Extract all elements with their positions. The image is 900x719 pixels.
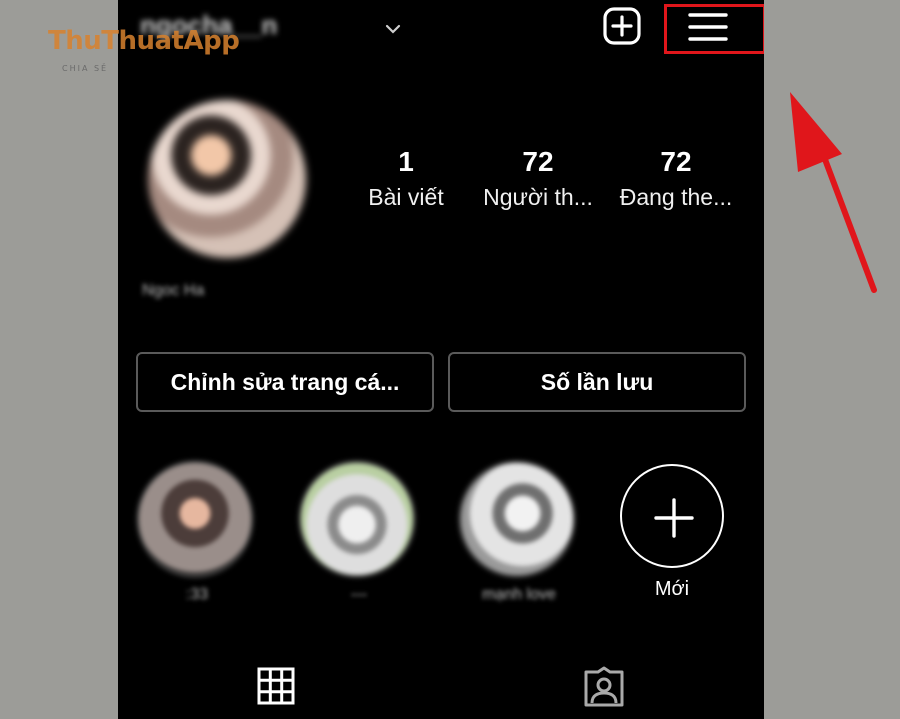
story-highlight-label: :33 [185,586,209,603]
tagged-person-icon [584,666,624,707]
tagged-tab[interactable] [582,666,626,708]
watermark: ThuThuatApp CHIA SẺ [48,26,288,76]
edit-profile-button[interactable]: Chỉnh sửa trang cá... [136,352,434,412]
saved-button[interactable]: Số lần lưu [448,352,746,412]
stat-followers[interactable]: 72 Người th... [458,146,618,211]
story-highlight[interactable]: mạnh love [454,460,584,610]
menu-button[interactable] [684,8,732,46]
display-name: Ngoc Ha [142,282,205,299]
new-highlight-button[interactable]: Mới [610,460,740,610]
profile-avatar[interactable] [148,100,306,258]
story-highlight[interactable]: --- [294,460,424,610]
stat-following-count: 72 [660,146,692,177]
grid-tab[interactable] [256,666,296,706]
plus-icon [654,498,694,538]
watermark-title: ThuThuatApp [48,26,240,56]
instagram-profile-screen: ngocha__n Ngoc Ha 1 Bài viết 72 Người th… [118,0,764,719]
story-highlight-thumbnail [298,460,416,578]
story-highlight[interactable]: :33 [132,460,262,610]
new-highlight-ring [620,464,724,568]
stat-following[interactable]: 72 Đang the... [596,146,756,211]
story-highlight-thumbnail [136,460,254,578]
chevron-down-icon [385,24,401,34]
new-highlight-label: Mới [654,578,690,600]
stat-followers-count: 72 [522,146,554,177]
grid-icon [257,667,295,705]
stat-following-label: Đang the... [619,184,733,210]
stat-followers-label: Người th... [483,184,593,210]
story-highlight-label: --- [351,586,367,603]
story-highlight-thumbnail [458,460,576,578]
new-post-button[interactable] [602,6,642,46]
watermark-subtitle: CHIA SẺ [62,64,109,73]
story-highlight-label: mạnh love [482,586,556,603]
annotation-arrow-icon [790,92,877,293]
